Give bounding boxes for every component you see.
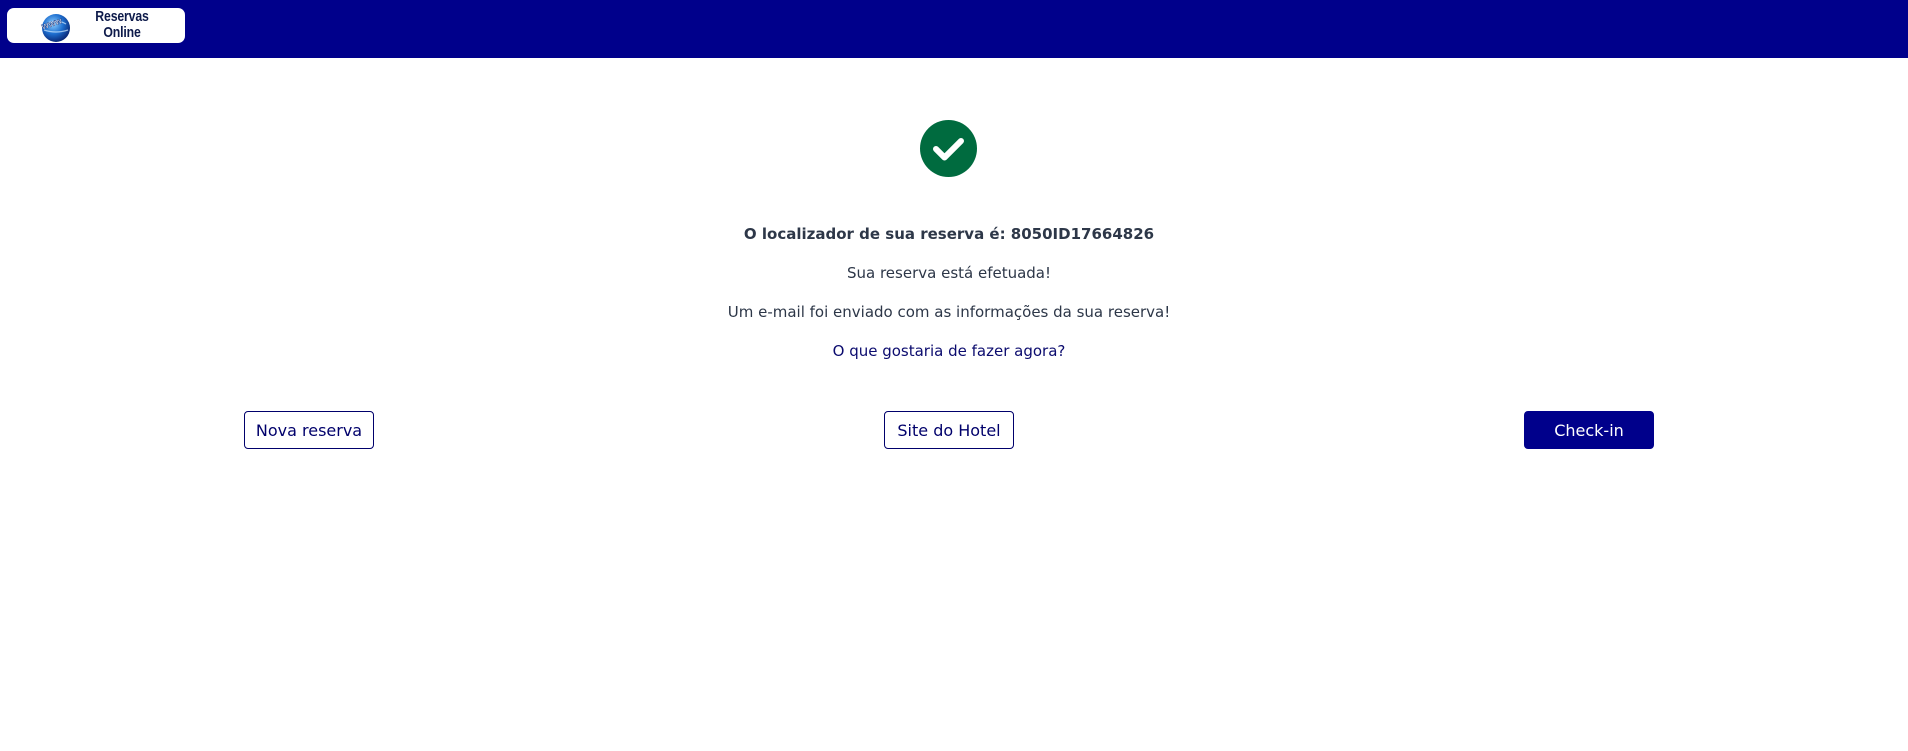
hotel-site-button[interactable]: Site do Hotel — [884, 411, 1014, 449]
new-reservation-button[interactable]: Nova reserva — [244, 411, 374, 449]
logo-line1: Reservas — [95, 8, 149, 25]
email-sent-message: Um e-mail foi enviado com as informações… — [727, 303, 1171, 321]
top-bar: www Reservas Online — [0, 0, 1908, 58]
reservation-status: Sua reserva está efetuada! — [846, 264, 1052, 282]
logo-line2: Online — [103, 24, 141, 41]
www-globe-icon: www — [39, 14, 70, 42]
check-circle-icon — [920, 120, 977, 177]
logo-text: Reservas Online — [85, 9, 159, 41]
logo[interactable]: www Reservas Online — [7, 8, 185, 43]
checkin-button[interactable]: Check-in — [1524, 411, 1654, 449]
next-action-question: O que gostaria de fazer agora? — [832, 342, 1066, 360]
reservation-locator: O localizador de sua reserva é: 8050ID17… — [743, 225, 1155, 243]
